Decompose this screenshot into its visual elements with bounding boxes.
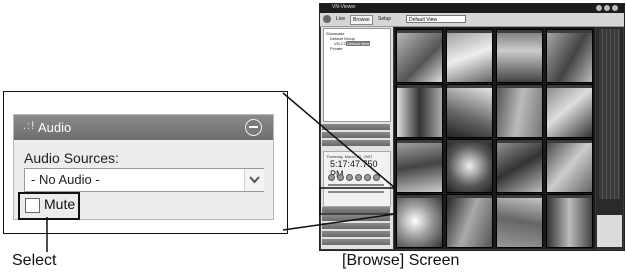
zoom-leader-top — [282, 92, 396, 189]
leader-lines — [46, 92, 396, 252]
zoom-source-box — [319, 187, 396, 215]
zoom-leader-bottom — [282, 213, 396, 231]
